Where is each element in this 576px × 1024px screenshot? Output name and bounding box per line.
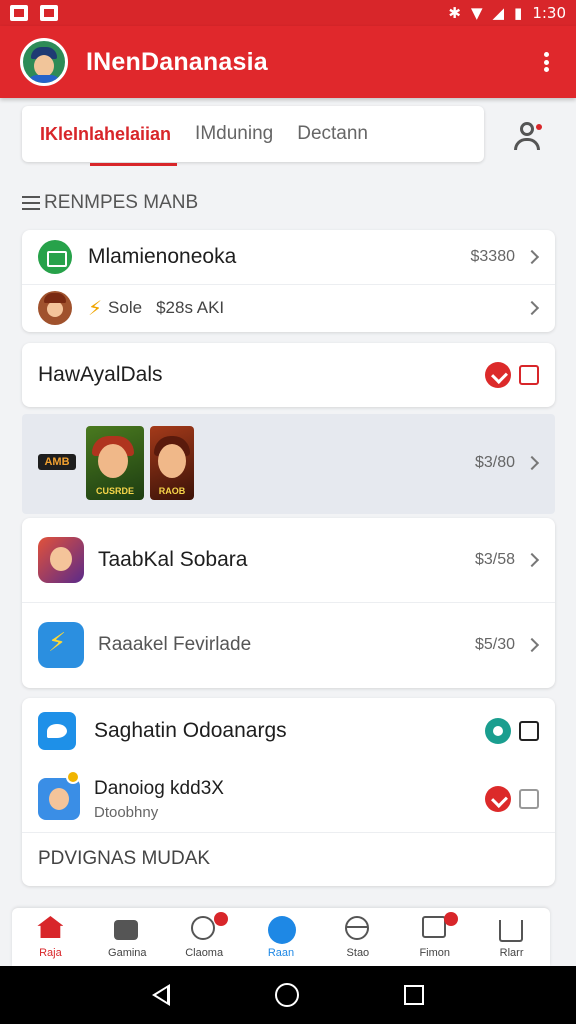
game-app-icon <box>38 537 84 583</box>
promo-banner[interactable]: AMB CUSRDE RAOB $3/80 <box>22 414 555 514</box>
promo-price: $3/80 <box>474 454 515 471</box>
system-navigation <box>0 966 576 1024</box>
chevron-right-icon <box>524 552 540 568</box>
apps-card: TaabKal Sobara $3/58 Raaakel Fevirlade $… <box>22 518 555 688</box>
store-icon <box>38 240 72 274</box>
sale-meta: $28s AKI <box>156 298 225 317</box>
sale-label: Sole <box>108 298 143 317</box>
list-item[interactable]: Danoiog kdd3X Dtoobhny <box>22 764 555 834</box>
cover-label: RAOB <box>158 486 186 496</box>
store-card: Mlamienoneoka $3380 ⚡ Sole $28s AKI <box>22 230 555 332</box>
tab-featured[interactable]: IKleInlahelaiian <box>40 106 178 166</box>
game-cover-2[interactable]: RAOB <box>150 426 194 500</box>
tab-bar: IKleInlahelaiian IMduning Dectann <box>22 106 484 166</box>
home-button-icon[interactable] <box>274 983 299 1007</box>
alert-badge-icon <box>66 770 80 784</box>
chevron-right-icon <box>524 637 540 653</box>
like-badge-icon[interactable] <box>485 362 511 388</box>
nav-inbox[interactable]: Fimon <box>396 908 473 966</box>
like-badge-icon[interactable] <box>485 786 511 812</box>
item-checkbox[interactable] <box>519 721 539 741</box>
list-icon <box>22 196 40 210</box>
user-avatar[interactable] <box>20 38 68 86</box>
person-app-icon <box>38 778 80 820</box>
tab-deals[interactable]: Dectann <box>297 106 368 162</box>
deals-actions <box>485 362 539 388</box>
item-title: TaabKal Sobara <box>98 548 248 571</box>
nav-home[interactable]: Raja <box>12 908 89 966</box>
globe-icon <box>344 916 369 940</box>
battery-icon: ▮ <box>514 4 523 22</box>
item-title: Danoiog kdd3X <box>94 777 224 799</box>
seller-avatar <box>38 291 72 325</box>
item-subtitle: Dtoobhny <box>94 803 159 821</box>
chevron-right-icon <box>524 249 540 265</box>
footer-link[interactable]: PDVIGNAS MUDAK <box>38 848 210 870</box>
notification-icon <box>10 5 28 21</box>
overflow-menu-icon[interactable] <box>536 47 556 77</box>
notification-dot <box>213 912 228 926</box>
app-bar: INenDananasia <box>0 26 576 98</box>
tab-trending[interactable]: IMduning <box>195 106 273 162</box>
signal-icon: ◢ <box>492 4 505 22</box>
chevron-right-icon <box>524 300 540 316</box>
section-title: RENMPES MANB <box>44 192 199 213</box>
lightning-app-icon <box>38 622 84 668</box>
section-header: RENMPES MANB <box>22 192 198 214</box>
list-item[interactable]: TaabKal Sobara $3/58 <box>22 518 555 602</box>
game-cover-1[interactable]: CUSRDE <box>86 426 144 500</box>
lightning-icon: ⚡ <box>88 296 103 320</box>
list-item[interactable]: ⚡ Sole $28s AKI <box>22 284 555 332</box>
blue-circle-icon <box>268 916 296 944</box>
app-title: INenDananasia <box>86 47 268 76</box>
promo-logo: AMB <box>38 454 76 470</box>
list-item[interactable]: Saghatin Odoanargs <box>22 698 555 764</box>
bird-app-icon <box>38 712 76 750</box>
share-icon <box>498 920 523 942</box>
wifi-icon: ▼ <box>470 4 483 22</box>
item-actions <box>485 718 539 744</box>
chevron-right-icon <box>524 455 540 471</box>
item-title: Saghatin Odoanargs <box>94 719 287 742</box>
nav-share[interactable]: Rlarr <box>473 908 550 966</box>
status-badge-icon[interactable] <box>485 718 511 744</box>
item-title: Raaakel Fevirlade <box>98 634 252 655</box>
item-price: $3/58 <box>474 551 515 568</box>
deals-card[interactable]: HawAyalDals <box>22 343 555 407</box>
bag-icon <box>114 920 139 940</box>
deals-checkbox[interactable] <box>519 365 539 385</box>
profile-icon[interactable] <box>508 116 548 156</box>
item-checkbox[interactable] <box>519 789 539 809</box>
home-icon <box>37 916 64 938</box>
list-item[interactable]: Mlamienoneoka $3380 <box>22 230 555 284</box>
back-icon[interactable] <box>152 984 171 1006</box>
nav-search[interactable]: Raan <box>243 908 320 966</box>
recent-apps-icon[interactable] <box>403 985 424 1005</box>
notification-dot <box>444 912 459 926</box>
status-bar: ✱ ▼ ◢ ▮ 1:30 <box>0 0 576 26</box>
cover-label: CUSRDE <box>95 486 134 496</box>
item-price: $3380 <box>470 248 516 265</box>
clock-icon <box>191 916 216 940</box>
deals-title: HawAyalDals <box>38 363 163 386</box>
bottom-navigation: Raja Gamina Claoma Raan Stao Fimon Rlarr <box>12 908 550 966</box>
item-price: $5/30 <box>474 636 515 653</box>
image-notification-icon <box>40 5 58 21</box>
list-item[interactable]: Raaakel Fevirlade $5/30 <box>22 602 555 688</box>
box-icon <box>421 916 446 938</box>
nav-globe[interactable]: Stao <box>319 908 396 966</box>
bluetooth-icon: ✱ <box>448 4 461 22</box>
status-time: 1:30 <box>532 4 566 22</box>
item-title: Mlamienoneoka <box>88 245 237 268</box>
nav-games[interactable]: Gamina <box>89 908 166 966</box>
nav-clock[interactable]: Claoma <box>166 908 243 966</box>
item-actions <box>485 786 539 812</box>
